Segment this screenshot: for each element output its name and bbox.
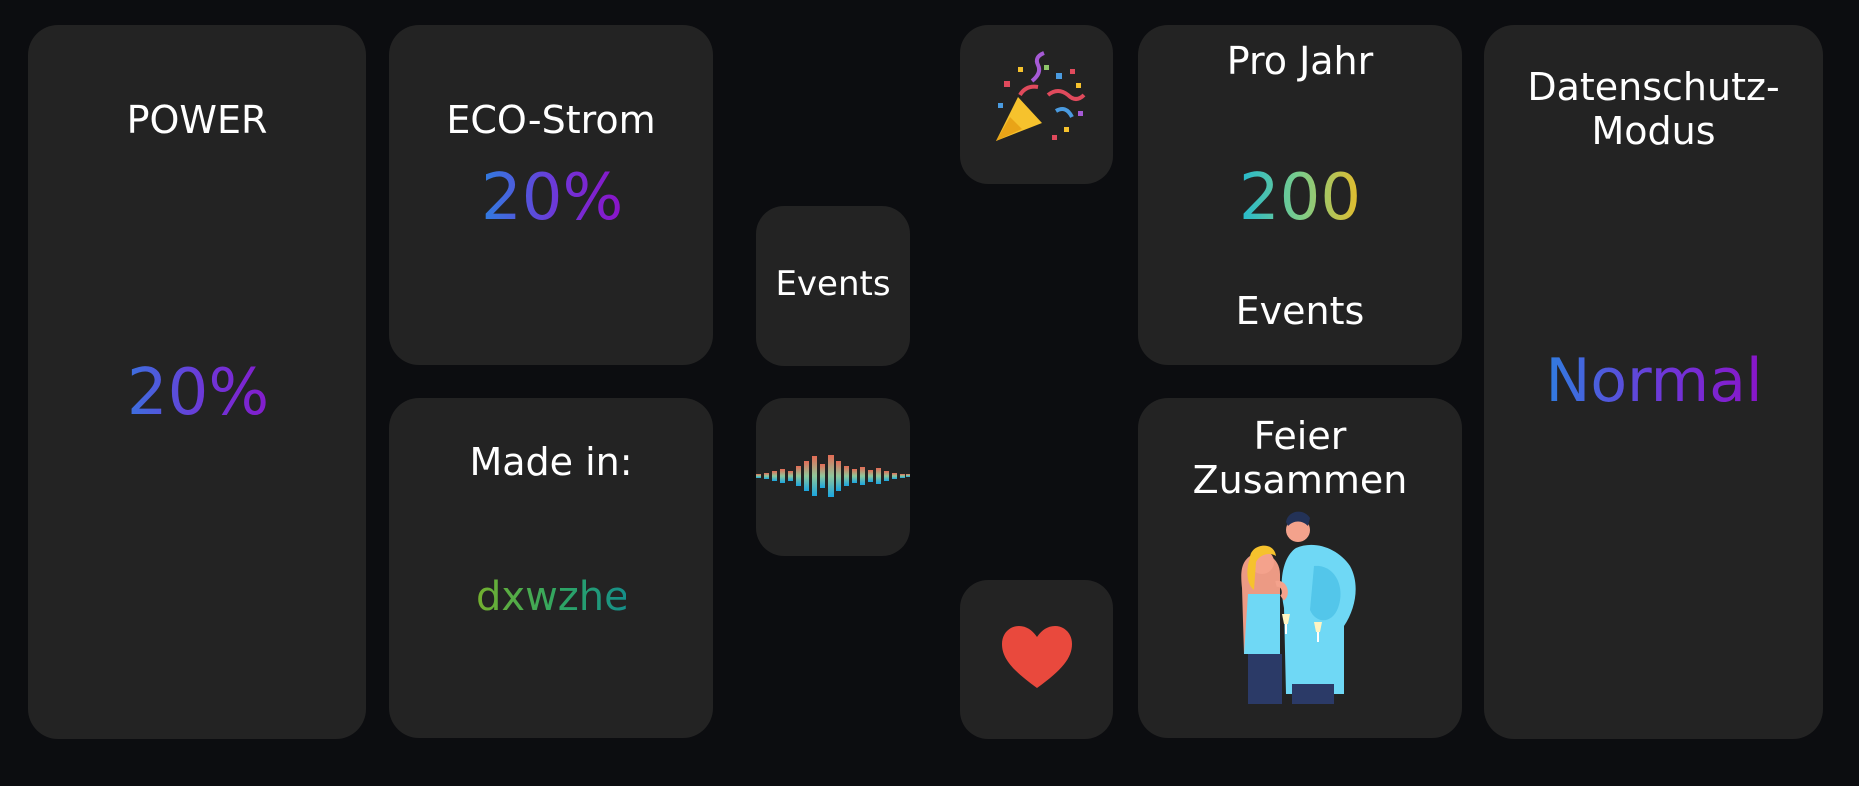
datenschutz-tile[interactable]: Datenschutz- Modus Normal (1484, 25, 1823, 739)
pro-jahr-tile[interactable]: Pro Jahr 200 Events (1138, 25, 1462, 365)
made-in-label: Made in: (469, 440, 633, 484)
made-in-tile[interactable]: Made in: dxwzhe (389, 398, 713, 738)
party-tile[interactable] (960, 25, 1113, 184)
heart-tile[interactable] (960, 580, 1113, 739)
datenschutz-label-line1: Datenschutz- (1527, 65, 1780, 109)
eco-strom-label: ECO-Strom (446, 98, 656, 142)
events-label: Events (775, 264, 891, 304)
waveform-icon (756, 455, 910, 497)
power-value: 20% (108, 355, 288, 431)
eco-strom-tile[interactable]: ECO-Strom 20% (389, 25, 713, 365)
made-in-value: dxwzhe (476, 574, 629, 620)
feier-tile[interactable]: Feier Zusammen (1138, 398, 1462, 738)
eco-strom-value: 20% (481, 161, 624, 235)
power-tile[interactable]: POWER 20% (28, 25, 366, 739)
pro-jahr-value: 200 (1230, 160, 1370, 236)
datenschutz-value: Normal (1545, 346, 1763, 416)
pro-jahr-label: Pro Jahr (1226, 39, 1374, 83)
pro-jahr-sub: Events (1235, 289, 1365, 333)
datenschutz-label-line2: Modus (1591, 109, 1716, 153)
waveform-tile[interactable] (756, 398, 910, 556)
heart-icon (1002, 626, 1072, 688)
power-label: POWER (126, 98, 268, 142)
couple-illustration (1241, 511, 1356, 704)
events-tile[interactable]: Events (756, 206, 910, 366)
party-popper-icon (996, 51, 1086, 141)
